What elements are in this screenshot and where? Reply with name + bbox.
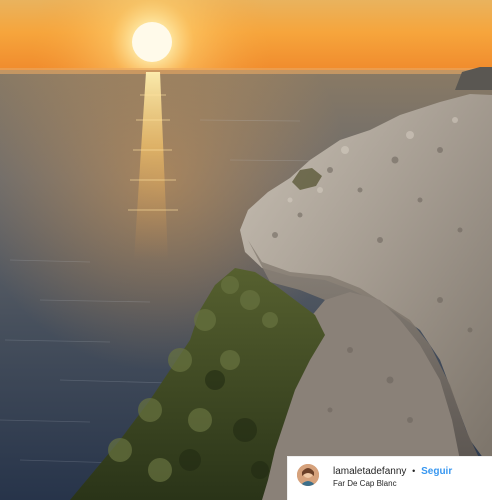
post-caption-card: lamaletadefanny • Seguir Far De Cap Blan… — [287, 456, 492, 500]
profile-photo-icon[interactable] — [297, 464, 319, 486]
follow-button[interactable]: Seguir — [421, 466, 452, 477]
post-photo[interactable] — [0, 0, 492, 500]
instagram-post-frame: lamaletadefanny • Seguir Far De Cap Blan… — [0, 0, 500, 500]
username-link[interactable]: lamaletadefanny — [333, 466, 406, 477]
sun — [132, 22, 172, 62]
user-line: lamaletadefanny • Seguir — [333, 465, 452, 478]
location-link[interactable]: Far De Cap Blanc — [333, 479, 397, 489]
separator-dot: • — [412, 466, 416, 476]
